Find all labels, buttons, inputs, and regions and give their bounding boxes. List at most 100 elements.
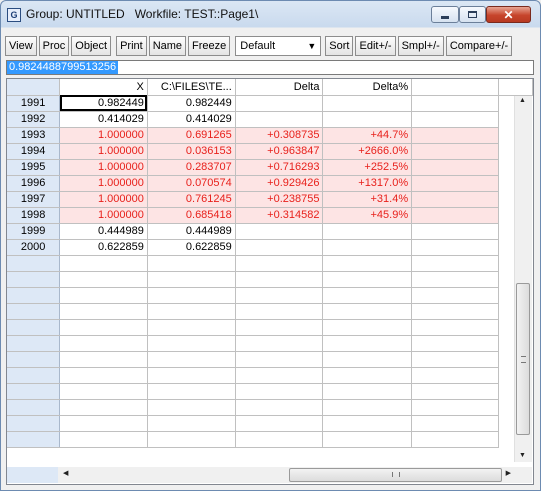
object-button[interactable]: Object bbox=[71, 36, 112, 56]
cell-delta[interactable] bbox=[235, 95, 324, 112]
empty-cell[interactable] bbox=[411, 367, 500, 384]
column-header-x[interactable]: X bbox=[59, 79, 148, 96]
column-header-delta-pct[interactable]: Delta% bbox=[322, 79, 413, 96]
empty-cell[interactable] bbox=[322, 367, 413, 384]
cell-delta-pct[interactable] bbox=[322, 223, 413, 240]
cell-x[interactable]: 1.000000 bbox=[59, 175, 148, 192]
cell-x[interactable]: 1.000000 bbox=[59, 127, 148, 144]
proc-button[interactable]: Proc bbox=[38, 36, 70, 56]
cell-x[interactable]: 1.000000 bbox=[59, 159, 148, 176]
empty-cell[interactable] bbox=[59, 351, 148, 368]
cell-delta-pct[interactable]: +2666.0% bbox=[322, 143, 413, 160]
cell-edit-field[interactable]: 0.9824488799513256 bbox=[6, 60, 534, 75]
empty-cell[interactable] bbox=[235, 287, 324, 304]
name-button[interactable]: Name bbox=[148, 36, 187, 56]
cell-delta-pct[interactable]: +1317.0% bbox=[322, 175, 413, 192]
view-button[interactable]: View bbox=[5, 36, 37, 56]
empty-cell[interactable] bbox=[59, 319, 148, 336]
empty-cell[interactable] bbox=[147, 271, 236, 288]
empty-cell[interactable] bbox=[322, 415, 413, 432]
cell-x[interactable]: 0.622859 bbox=[59, 239, 148, 256]
empty-cell[interactable] bbox=[59, 287, 148, 304]
title-bar[interactable]: G Group: UNTITLED Workfile: TEST::Page1\… bbox=[1, 1, 540, 27]
empty-cell[interactable] bbox=[235, 319, 324, 336]
empty-cell[interactable] bbox=[235, 399, 324, 416]
cell-delta-pct[interactable]: +31.4% bbox=[322, 191, 413, 208]
cell-delta-pct[interactable] bbox=[322, 239, 413, 256]
print-button[interactable]: Print bbox=[116, 36, 147, 56]
empty-cell[interactable] bbox=[147, 415, 236, 432]
cell-empty[interactable] bbox=[411, 207, 500, 224]
edit-toggle-button[interactable]: Edit+/- bbox=[355, 36, 396, 56]
cell-x[interactable]: 1.000000 bbox=[59, 191, 148, 208]
empty-cell[interactable] bbox=[235, 415, 324, 432]
empty-cell[interactable] bbox=[322, 319, 413, 336]
cell-c[interactable]: 0.761245 bbox=[147, 191, 236, 208]
empty-cell[interactable] bbox=[147, 399, 236, 416]
cell-x[interactable]: 0.414029 bbox=[59, 111, 148, 128]
empty-cell[interactable] bbox=[59, 431, 148, 448]
column-header-c[interactable]: C:\FILES\TE... bbox=[147, 79, 236, 96]
column-header-empty[interactable] bbox=[411, 79, 500, 96]
empty-cell[interactable] bbox=[411, 431, 500, 448]
empty-cell[interactable] bbox=[59, 303, 148, 320]
cell-delta-pct[interactable] bbox=[322, 95, 413, 112]
cell-empty[interactable] bbox=[411, 175, 500, 192]
cell-empty[interactable] bbox=[411, 191, 500, 208]
empty-cell[interactable] bbox=[235, 335, 324, 352]
empty-cell[interactable] bbox=[235, 303, 324, 320]
empty-cell[interactable] bbox=[411, 351, 500, 368]
vertical-scrollbar[interactable]: ▲ ▼ bbox=[514, 96, 532, 462]
cell-empty[interactable] bbox=[411, 239, 500, 256]
cell-empty[interactable] bbox=[411, 159, 500, 176]
cell-delta[interactable]: +0.716293 bbox=[235, 159, 324, 176]
cell-x[interactable]: 1.000000 bbox=[59, 143, 148, 160]
empty-cell[interactable] bbox=[59, 335, 148, 352]
cell-x[interactable]: 0.444989 bbox=[59, 223, 148, 240]
empty-cell[interactable] bbox=[235, 351, 324, 368]
empty-cell[interactable] bbox=[59, 383, 148, 400]
empty-cell[interactable] bbox=[411, 255, 500, 272]
empty-cell[interactable] bbox=[411, 383, 500, 400]
cell-delta-pct[interactable]: +252.5% bbox=[322, 159, 413, 176]
empty-cell[interactable] bbox=[59, 399, 148, 416]
empty-cell[interactable] bbox=[411, 287, 500, 304]
smpl-toggle-button[interactable]: Smpl+/- bbox=[397, 36, 444, 56]
cell-c[interactable]: 0.622859 bbox=[147, 239, 236, 256]
cell-c[interactable]: 0.982449 bbox=[147, 95, 236, 112]
horizontal-scrollbar[interactable]: ◀ ▶ bbox=[58, 467, 516, 483]
empty-cell[interactable] bbox=[147, 431, 236, 448]
empty-cell[interactable] bbox=[147, 335, 236, 352]
horizontal-scroll-thumb[interactable] bbox=[289, 468, 502, 482]
minimize-button[interactable] bbox=[431, 6, 459, 23]
empty-cell[interactable] bbox=[322, 399, 413, 416]
cell-delta-pct[interactable]: +45.9% bbox=[322, 207, 413, 224]
empty-cell[interactable] bbox=[59, 415, 148, 432]
empty-cell[interactable] bbox=[322, 287, 413, 304]
empty-cell[interactable] bbox=[147, 351, 236, 368]
empty-cell[interactable] bbox=[411, 271, 500, 288]
empty-cell[interactable] bbox=[322, 383, 413, 400]
cell-c[interactable]: 0.070574 bbox=[147, 175, 236, 192]
cell-empty[interactable] bbox=[411, 127, 500, 144]
cell-x[interactable]: 1.000000 bbox=[59, 207, 148, 224]
cell-delta-pct[interactable]: +44.7% bbox=[322, 127, 413, 144]
empty-cell[interactable] bbox=[147, 255, 236, 272]
cell-delta[interactable]: +0.963847 bbox=[235, 143, 324, 160]
arrow-down-icon[interactable]: ▼ bbox=[519, 452, 526, 459]
empty-cell[interactable] bbox=[235, 271, 324, 288]
empty-cell[interactable] bbox=[411, 335, 500, 352]
empty-cell[interactable] bbox=[322, 431, 413, 448]
arrow-right-icon[interactable]: ▶ bbox=[506, 469, 511, 477]
cell-empty[interactable] bbox=[411, 143, 500, 160]
cell-c[interactable]: 0.283707 bbox=[147, 159, 236, 176]
cell-empty[interactable] bbox=[411, 95, 500, 112]
empty-cell[interactable] bbox=[235, 255, 324, 272]
empty-cell[interactable] bbox=[322, 335, 413, 352]
empty-cell[interactable] bbox=[235, 431, 324, 448]
empty-cell[interactable] bbox=[147, 303, 236, 320]
sort-button[interactable]: Sort bbox=[325, 36, 354, 56]
empty-cell[interactable] bbox=[411, 303, 500, 320]
empty-cell[interactable] bbox=[59, 367, 148, 384]
cell-c[interactable]: 0.414029 bbox=[147, 111, 236, 128]
